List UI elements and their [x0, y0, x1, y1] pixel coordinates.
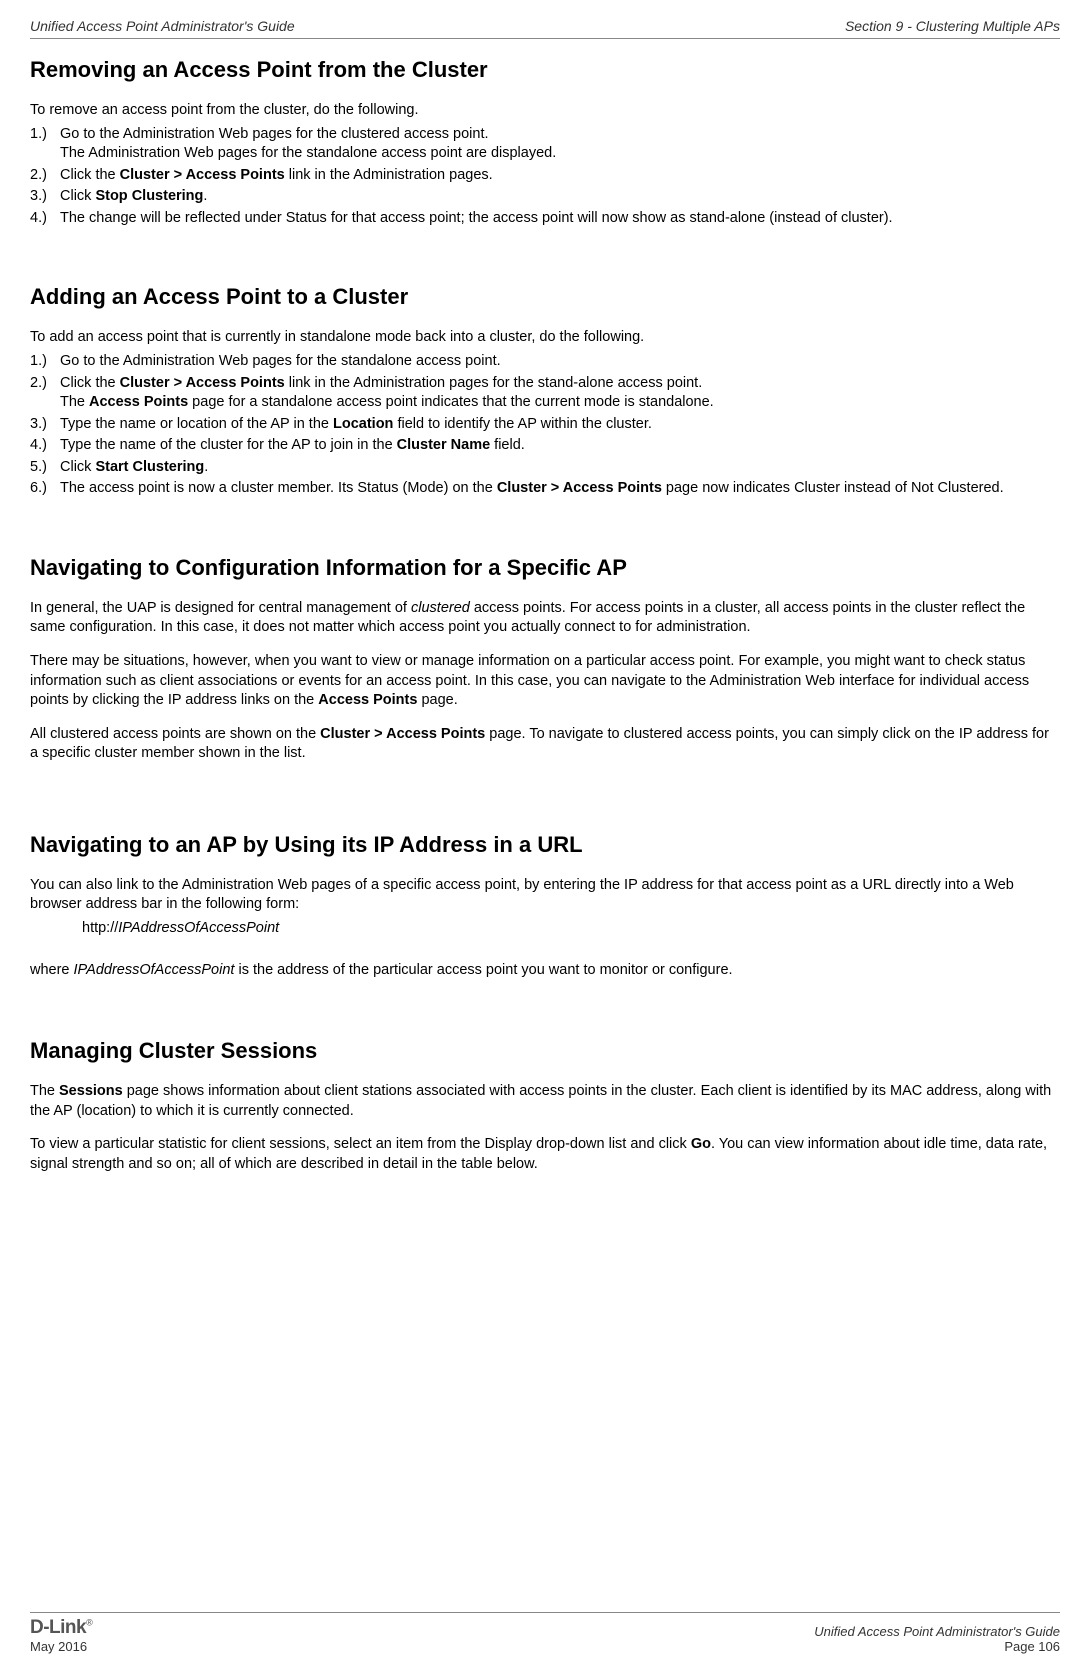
text-bold: Access Points	[89, 394, 188, 410]
text: page shows information about client stat…	[30, 1083, 1051, 1119]
text-italic: clustered	[411, 600, 470, 616]
text: page for a standalone access point indic…	[188, 394, 714, 410]
footer-rule	[30, 1612, 1060, 1613]
s5-p2: To view a particular statistic for clien…	[30, 1135, 1060, 1174]
s1-item-2: 2.)Click the Cluster > Access Points lin…	[56, 166, 1060, 186]
footer-page-number: Page 106	[1004, 1639, 1060, 1654]
s1-item-4: 4.)The change will be reflected under St…	[56, 209, 1060, 229]
text: To view a particular statistic for clien…	[30, 1136, 691, 1152]
text: The change will be reflected under Statu…	[60, 210, 893, 226]
footer-date: May 2016	[30, 1639, 87, 1654]
text-bold: Cluster > Access Points	[120, 375, 285, 391]
text-italic: IPAddressOfAccessPoint	[118, 920, 279, 936]
s2-item-3: 3.)Type the name or location of the AP i…	[56, 415, 1060, 435]
footer-title: Unified Access Point Administrator's Gui…	[814, 1624, 1060, 1639]
text: There may be situations, however, when y…	[30, 653, 1029, 708]
list-number: 2.)	[30, 166, 56, 186]
text-bold: Cluster Name	[397, 437, 490, 453]
text-bold: Sessions	[59, 1083, 123, 1099]
logo-text: D-Link	[30, 1617, 86, 1638]
list-number: 4.)	[30, 209, 56, 229]
header-right: Section 9 - Clustering Multiple APs	[845, 18, 1060, 34]
text: link in the Administration pages.	[285, 167, 493, 183]
s2-item-1: 1.)Go to the Administration Web pages fo…	[56, 352, 1060, 372]
s3-p2: There may be situations, however, when y…	[30, 652, 1060, 711]
s4-p1: You can also link to the Administration …	[30, 876, 1060, 915]
text: The Administration Web pages for the sta…	[60, 145, 556, 161]
page-footer: D-Link® May 2016 Unified Access Point Ad…	[30, 1612, 1060, 1654]
text: The	[60, 394, 89, 410]
text: Click the	[60, 375, 120, 391]
list-number: 1.)	[30, 352, 56, 372]
s1-item-3: 3.)Click Stop Clustering.	[56, 187, 1060, 207]
text-bold: Access Points	[318, 692, 417, 708]
header-rule	[30, 38, 1060, 39]
footer-left: D-Link® May 2016	[30, 1617, 92, 1654]
text: Click the	[60, 167, 120, 183]
brand-logo: D-Link®	[30, 1617, 92, 1639]
s2-intro: To add an access point that is currently…	[30, 328, 1060, 348]
document-page: Unified Access Point Administrator's Gui…	[0, 0, 1090, 1174]
text: page.	[417, 692, 457, 708]
heading-adding-ap: Adding an Access Point to a Cluster	[30, 284, 1060, 310]
text: .	[204, 459, 208, 475]
list-number: 3.)	[30, 187, 56, 207]
page-top-header: Unified Access Point Administrator's Gui…	[30, 18, 1060, 34]
s4-p2: where IPAddressOfAccessPoint is the addr…	[30, 961, 1060, 981]
header-left: Unified Access Point Administrator's Gui…	[30, 18, 295, 34]
heading-navigating-ip: Navigating to an AP by Using its IP Addr…	[30, 832, 1060, 858]
text: is the address of the particular access …	[234, 962, 732, 978]
text: link in the Administration pages for the…	[285, 375, 703, 391]
text: In general, the UAP is designed for cent…	[30, 600, 411, 616]
footer-row: D-Link® May 2016 Unified Access Point Ad…	[30, 1617, 1060, 1654]
text: Click	[60, 188, 95, 204]
heading-removing-ap: Removing an Access Point from the Cluste…	[30, 57, 1060, 83]
text: field.	[490, 437, 525, 453]
text-italic: IPAddressOfAccessPoint	[74, 962, 235, 978]
text: The	[30, 1083, 59, 1099]
text: Go to the Administration Web pages for t…	[60, 353, 501, 369]
text: .	[203, 188, 207, 204]
footer-right: Unified Access Point Administrator's Gui…	[814, 1624, 1060, 1654]
s5-p1: The Sessions page shows information abou…	[30, 1082, 1060, 1121]
text: Type the name or location of the AP in t…	[60, 416, 333, 432]
text: Type the name of the cluster for the AP …	[60, 437, 397, 453]
text-bold: Location	[333, 416, 393, 432]
list-number: 5.)	[30, 458, 56, 478]
s2-item-2: 2.)Click the Cluster > Access Points lin…	[56, 374, 1060, 413]
s1-list: 1.)Go to the Administration Web pages fo…	[30, 125, 1060, 229]
list-number: 4.)	[30, 436, 56, 456]
s3-p1: In general, the UAP is designed for cent…	[30, 599, 1060, 638]
registered-icon: ®	[86, 1618, 92, 1628]
heading-navigating-config: Navigating to Configuration Information …	[30, 555, 1060, 581]
s2-item-6: 6.)The access point is now a cluster mem…	[56, 479, 1060, 499]
s1-intro: To remove an access point from the clust…	[30, 101, 1060, 121]
text: All clustered access points are shown on…	[30, 726, 320, 742]
s4-url: http://IPAddressOfAccessPoint	[82, 919, 1060, 939]
text: field to identify the AP within the clus…	[393, 416, 651, 432]
text: The access point is now a cluster member…	[60, 480, 497, 496]
s2-item-4: 4.)Type the name of the cluster for the …	[56, 436, 1060, 456]
text: Go to the Administration Web pages for t…	[60, 126, 489, 142]
list-number: 3.)	[30, 415, 56, 435]
text-bold: Cluster > Access Points	[497, 480, 662, 496]
text: Click	[60, 459, 95, 475]
s1-item-1: 1.)Go to the Administration Web pages fo…	[56, 125, 1060, 164]
text: where	[30, 962, 74, 978]
text: page now indicates Cluster instead of No…	[662, 480, 1004, 496]
s3-p3: All clustered access points are shown on…	[30, 725, 1060, 764]
text-bold: Cluster > Access Points	[120, 167, 285, 183]
heading-managing-sessions: Managing Cluster Sessions	[30, 1038, 1060, 1064]
text-bold: Cluster > Access Points	[320, 726, 485, 742]
text-bold: Stop Clustering	[95, 188, 203, 204]
text-bold: Start Clustering	[95, 459, 204, 475]
text-bold: Go	[691, 1136, 711, 1152]
list-number: 2.)	[30, 374, 56, 394]
s2-item-5: 5.)Click Start Clustering.	[56, 458, 1060, 478]
list-number: 6.)	[30, 479, 56, 499]
text: http://	[82, 920, 118, 936]
s2-list: 1.)Go to the Administration Web pages fo…	[30, 352, 1060, 499]
list-number: 1.)	[30, 125, 56, 145]
